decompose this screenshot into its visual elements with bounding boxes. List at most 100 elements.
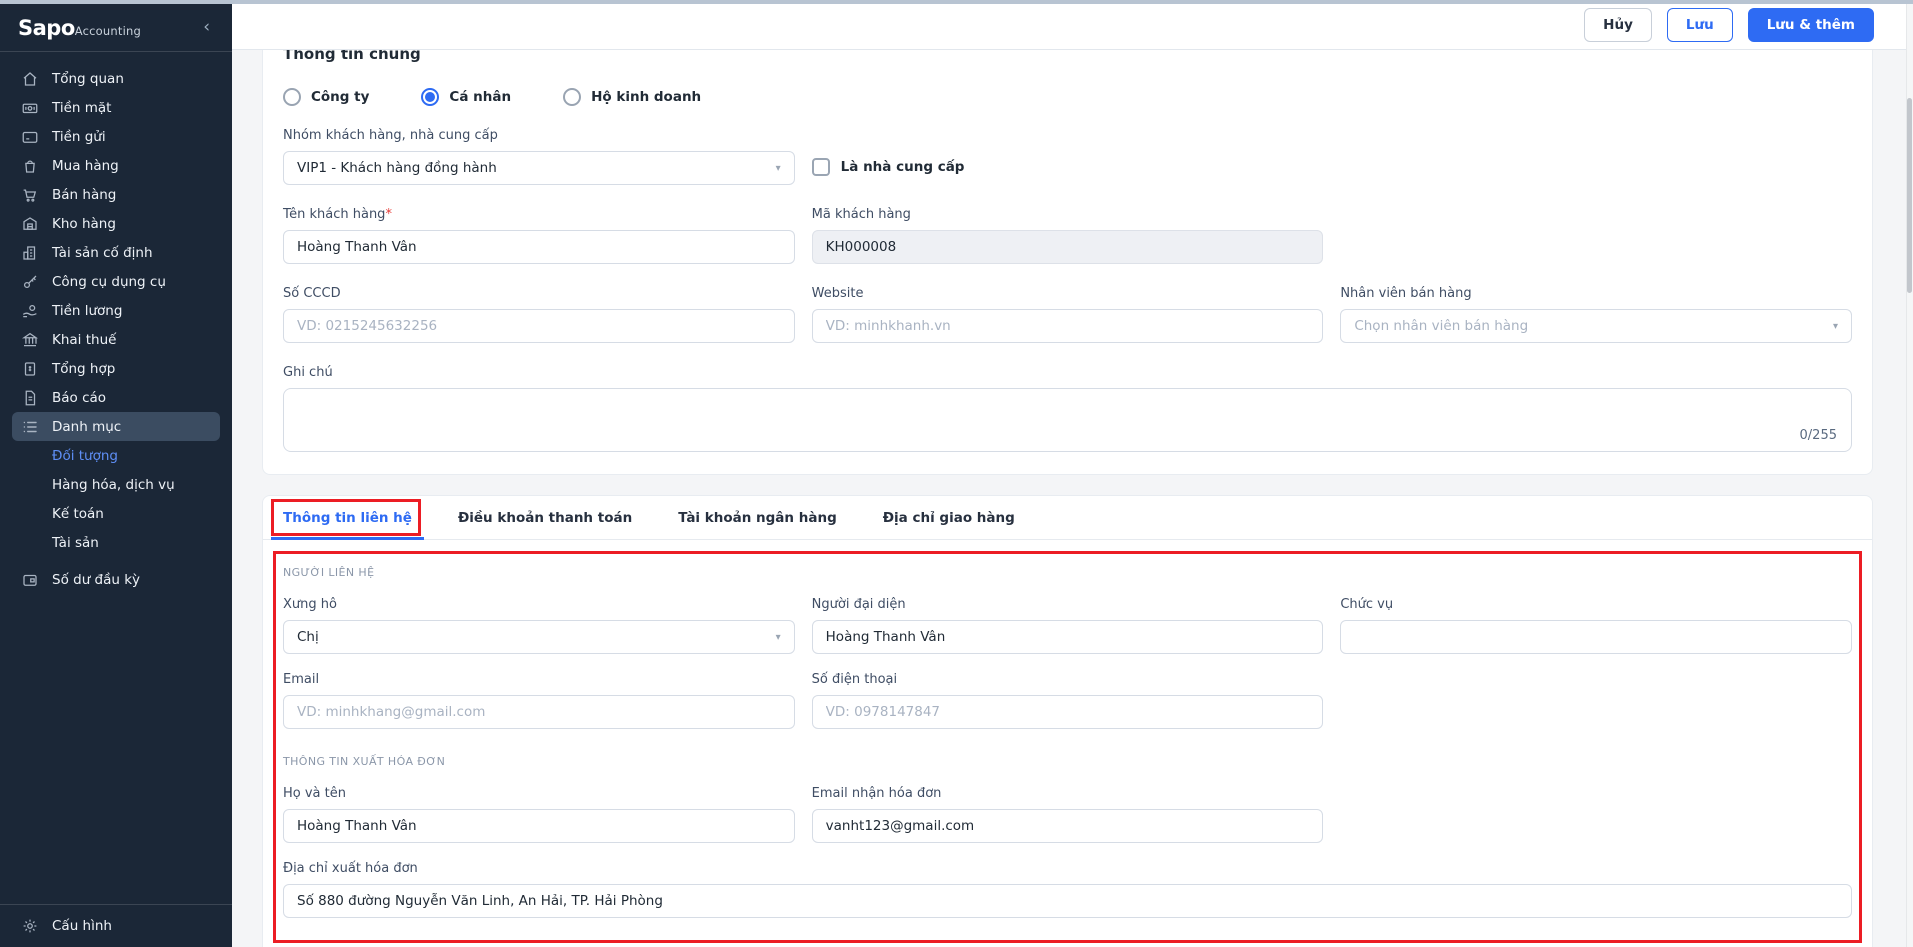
position-input[interactable] <box>1340 620 1852 654</box>
ledger-icon <box>21 360 39 378</box>
salutation-label: Xưng hô <box>283 597 795 612</box>
invoice-address-label: Địa chỉ xuất hóa đơn <box>283 861 1852 876</box>
home-icon <box>21 70 39 88</box>
radio-selected-icon <box>421 88 439 106</box>
sales-staff-label: Nhân viên bán hàng <box>1340 286 1852 301</box>
sidebar-item-label: Mua hàng <box>52 158 119 174</box>
sidebar-subitem-products[interactable]: Hàng hóa, dịch vụ <box>12 470 220 499</box>
main-content: Thông tin chung Công ty Cá nhân Hộ kinh … <box>232 50 1906 947</box>
sidebar-item-deposits[interactable]: Tiền gửi <box>12 122 220 151</box>
sidebar-item-label: Tiền lương <box>52 303 122 319</box>
sidebar-item-label: Tổng hợp <box>52 361 115 377</box>
sidebar-subnav: Đối tượng Hàng hóa, dịch vụ Kế toán Tài … <box>0 441 232 557</box>
sidebar-item-label: Công cụ dụng cụ <box>52 274 166 290</box>
tools-icon <box>21 273 39 291</box>
radio-icon <box>283 88 301 106</box>
radio-company[interactable]: Công ty <box>283 88 369 106</box>
general-info-card: Thông tin chung Công ty Cá nhân Hộ kinh … <box>262 50 1873 475</box>
brand-suffix: Accounting <box>75 24 141 38</box>
list-icon <box>21 418 39 436</box>
chevron-down-icon: ▾ <box>776 163 781 174</box>
sidebar-item-sales[interactable]: Bán hàng <box>12 180 220 209</box>
sidebar-item-fixed-assets[interactable]: Tài sản cố định <box>12 238 220 267</box>
representative-input[interactable] <box>812 620 1324 654</box>
sidebar-item-opening-balance[interactable]: Số dư đầu kỳ <box>12 565 220 594</box>
sidebar: SapoAccounting ‹ Tổng quan Tiền mặt Tiền… <box>0 0 232 947</box>
email-input[interactable] <box>283 695 795 729</box>
chevron-down-icon: ▾ <box>776 632 781 643</box>
email-label: Email <box>283 672 795 687</box>
sidebar-item-label: Tiền gửi <box>52 129 106 145</box>
invoice-info-section-label: THÔNG TIN XUẤT HÓA ĐƠN <box>283 755 1852 768</box>
customer-code-label: Mã khách hàng <box>812 207 1324 222</box>
customer-group-select[interactable]: VIP1 - Khách hàng đồng hành ▾ <box>283 151 795 185</box>
sidebar-item-overview[interactable]: Tổng quan <box>12 64 220 93</box>
customer-code-input <box>812 230 1324 264</box>
tab-bank-accounts[interactable]: Tài khoản ngân hàng <box>678 510 837 526</box>
customer-name-input[interactable] <box>283 230 795 264</box>
tab-shipping-address[interactable]: Địa chỉ giao hàng <box>883 510 1015 526</box>
report-icon <box>21 389 39 407</box>
sidebar-item-purchasing[interactable]: Mua hàng <box>12 151 220 180</box>
salutation-select[interactable]: Chị ▾ <box>283 620 795 654</box>
position-label: Chức vụ <box>1340 597 1852 612</box>
tab-contact-info[interactable]: Thông tin liên hệ <box>283 510 412 526</box>
save-and-add-button[interactable]: Lưu & thêm <box>1748 8 1874 42</box>
sidebar-nav: Tổng quan Tiền mặt Tiền gửi Mua hàng Bán… <box>0 52 232 441</box>
sidebar-item-cash[interactable]: Tiền mặt <box>12 93 220 122</box>
sidebar-logo-row: SapoAccounting ‹ <box>0 0 232 52</box>
radio-household-business[interactable]: Hộ kinh doanh <box>563 88 701 106</box>
invoice-email-input[interactable] <box>812 809 1324 843</box>
building-icon <box>21 244 39 262</box>
sidebar-subitem-accounting[interactable]: Kế toán <box>12 499 220 528</box>
sidebar-item-label: Cấu hình <box>52 918 112 934</box>
cart-icon <box>21 186 39 204</box>
checkbox-icon <box>812 158 830 176</box>
shopping-bag-icon <box>21 157 39 175</box>
sidebar-item-settings[interactable]: Cấu hình <box>0 904 232 947</box>
note-char-counter: 0/255 <box>1800 428 1837 443</box>
contact-person-section-label: NGƯỜI LIÊN HỆ <box>283 566 1852 579</box>
scrollbar-thumb[interactable] <box>1907 98 1912 293</box>
phone-input[interactable] <box>812 695 1324 729</box>
cancel-button[interactable]: Hủy <box>1584 8 1652 42</box>
invoice-address-input[interactable] <box>283 884 1852 918</box>
sidebar-item-tax[interactable]: Khai thuế <box>12 325 220 354</box>
sales-staff-select[interactable]: Chọn nhân viên bán hàng ▾ <box>1340 309 1852 343</box>
full-name-input[interactable] <box>283 809 795 843</box>
wallet-icon <box>21 571 39 589</box>
tab-payment-terms[interactable]: Điều khoản thanh toán <box>458 510 632 526</box>
sidebar-item-label: Kho hàng <box>52 216 116 232</box>
sales-staff-placeholder: Chọn nhân viên bán hàng <box>1354 318 1528 334</box>
entity-type-radio-group: Công ty Cá nhân Hộ kinh doanh <box>283 88 1852 106</box>
is-supplier-checkbox-row[interactable]: Là nhà cung cấp <box>812 158 1324 176</box>
sidebar-item-summary[interactable]: Tổng hợp <box>12 354 220 383</box>
window-top-strip <box>0 0 1913 4</box>
sidebar-item-categories[interactable]: Danh mục <box>12 412 220 441</box>
radio-icon <box>563 88 581 106</box>
sidebar-item-tools[interactable]: Công cụ dụng cụ <box>12 267 220 296</box>
sidebar-nav-bottom: Số dư đầu kỳ <box>0 565 232 594</box>
sidebar-collapse-icon[interactable]: ‹ <box>197 15 216 40</box>
sidebar-subitem-assets[interactable]: Tài sản <box>12 528 220 557</box>
website-input[interactable] <box>812 309 1324 343</box>
section-title-general: Thông tin chung <box>283 50 1852 63</box>
sidebar-item-label: Tài sản cố định <box>52 245 153 261</box>
sidebar-item-inventory[interactable]: Kho hàng <box>12 209 220 238</box>
warehouse-icon <box>21 215 39 233</box>
sidebar-item-reports[interactable]: Báo cáo <box>12 383 220 412</box>
sidebar-item-label: Số dư đầu kỳ <box>52 572 140 588</box>
scrollbar[interactable] <box>1906 0 1913 947</box>
sidebar-subitem-partners[interactable]: Đối tượng <box>12 441 220 470</box>
customer-group-value: VIP1 - Khách hàng đồng hành <box>297 160 497 176</box>
id-number-input[interactable] <box>283 309 795 343</box>
note-textarea[interactable] <box>284 389 1851 451</box>
sidebar-item-payroll[interactable]: Tiền lương <box>12 296 220 325</box>
radio-individual[interactable]: Cá nhân <box>421 88 511 106</box>
full-name-label: Họ và tên <box>283 786 795 801</box>
representative-label: Người đại diện <box>812 597 1324 612</box>
save-button[interactable]: Lưu <box>1667 8 1733 42</box>
active-tab-underline <box>271 537 424 540</box>
radio-label: Hộ kinh doanh <box>591 89 701 105</box>
invoice-email-label: Email nhận hóa đơn <box>812 786 1324 801</box>
